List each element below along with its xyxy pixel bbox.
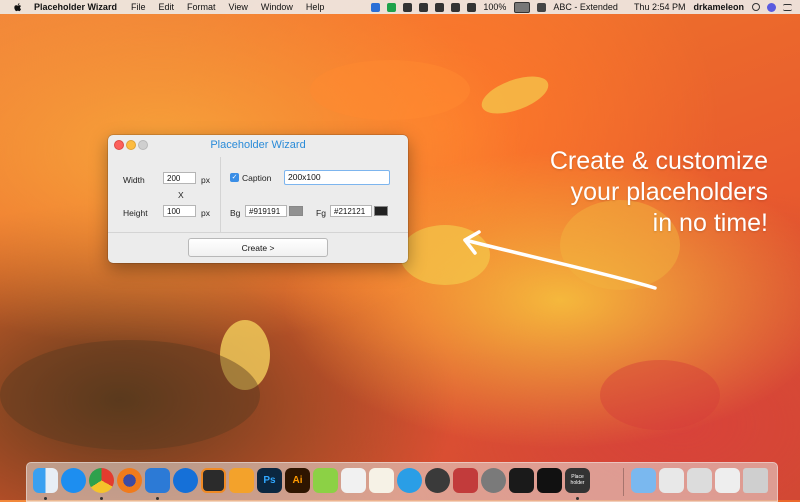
menu-view[interactable]: View — [229, 2, 248, 12]
bg-color-input[interactable]: #919191 — [245, 205, 287, 217]
airplay-icon[interactable] — [435, 2, 445, 12]
sublime-text-icon[interactable] — [201, 468, 226, 493]
battery-icon[interactable] — [514, 1, 531, 13]
arrow-graphic — [463, 230, 657, 290]
menu-help[interactable]: Help — [306, 2, 325, 12]
dock-separator — [623, 468, 624, 496]
wallpaper-blob — [310, 60, 470, 120]
caption-checkbox[interactable]: ✓ — [230, 173, 239, 182]
wallpaper-blob — [600, 360, 720, 430]
menu-bar: Placeholder Wizard File Edit Format View… — [0, 0, 800, 14]
menu-format[interactable]: Format — [187, 2, 216, 12]
menu-edit[interactable]: Edit — [158, 2, 174, 12]
system-preferences-icon[interactable] — [481, 468, 506, 493]
vertical-divider — [220, 157, 221, 232]
title-bar[interactable]: Placeholder Wizard — [108, 135, 408, 155]
fg-color-input[interactable]: #212121 — [330, 205, 372, 217]
documents-icon[interactable] — [715, 468, 740, 493]
width-unit: px — [201, 175, 210, 185]
promo-text: Create & customize your placeholders in … — [550, 146, 768, 239]
desktop-icon[interactable] — [687, 468, 712, 493]
app-menu[interactable]: Placeholder Wizard — [34, 2, 117, 12]
xcode-icon[interactable] — [145, 468, 170, 493]
height-unit: px — [201, 208, 210, 218]
dropbox-icon[interactable] — [371, 2, 381, 12]
evernote-icon[interactable] — [387, 2, 397, 12]
width-input[interactable]: 200 — [163, 172, 196, 184]
maps-icon[interactable] — [173, 468, 198, 493]
clock[interactable]: Thu 2:54 PM — [634, 2, 686, 12]
firefox-icon[interactable] — [117, 468, 142, 493]
textedit-icon[interactable] — [369, 468, 394, 493]
placeholder-wizard-window: Placeholder Wizard Width 200 px X Height… — [108, 135, 408, 263]
bg-color-swatch[interactable] — [289, 206, 303, 216]
gauge-icon[interactable] — [419, 2, 429, 12]
wallpaper-blob — [0, 340, 260, 450]
caption-label: Caption — [242, 173, 272, 183]
fg-color-swatch[interactable] — [374, 206, 388, 216]
times-sign: X — [178, 190, 184, 200]
placeholder-wizard-icon[interactable]: Place holder — [565, 468, 590, 493]
preview-icon[interactable] — [453, 468, 478, 493]
downloads-icon[interactable] — [659, 468, 684, 493]
user-name[interactable]: drkameleon — [693, 2, 744, 12]
spotlight-search-icon[interactable] — [752, 3, 760, 11]
instruments-icon[interactable] — [425, 468, 450, 493]
wallpaper-blob — [476, 68, 554, 122]
sketch-icon[interactable] — [229, 468, 254, 493]
wallpaper-blob — [220, 320, 270, 390]
numbers-icon[interactable] — [341, 468, 366, 493]
volume-icon[interactable] — [451, 2, 461, 12]
menu-file[interactable]: File — [131, 2, 146, 12]
bg-label: Bg — [230, 208, 241, 218]
finder-icon[interactable] — [33, 468, 58, 493]
notification-center-icon[interactable] — [783, 3, 792, 11]
promo-line-2: your placeholders — [570, 178, 768, 206]
apple-icon[interactable] — [12, 2, 24, 13]
photoshop-icon[interactable]: Ps — [257, 468, 282, 493]
input-source[interactable]: ABC - Extended — [553, 2, 618, 12]
height-label: Height — [123, 208, 148, 218]
height-input[interactable]: 100 — [163, 205, 196, 217]
width-label: Width — [123, 175, 145, 185]
create-button[interactable]: Create > — [188, 238, 328, 257]
cloud-icon[interactable] — [403, 2, 413, 12]
applications-folder-icon[interactable] — [631, 468, 656, 493]
app-store-icon[interactable] — [61, 468, 86, 493]
window-title: Placeholder Wizard — [210, 139, 306, 151]
caption-input[interactable]: 200x100 — [284, 170, 390, 185]
fg-label: Fg — [316, 208, 326, 218]
chrome-icon[interactable] — [89, 468, 114, 493]
terminal-icon[interactable] — [537, 468, 562, 493]
dock: Ps Ai Place holder — [26, 462, 778, 502]
siri-icon[interactable] — [767, 2, 776, 12]
dashboard-icon[interactable] — [397, 468, 422, 493]
wifi-icon[interactable] — [467, 2, 477, 12]
keyboard-layout-icon[interactable] — [537, 2, 547, 12]
clip-icon[interactable] — [313, 468, 338, 493]
promo-line-1: Create & customize — [549, 147, 768, 175]
menu-window[interactable]: Window — [261, 2, 293, 12]
horizontal-divider — [108, 232, 408, 233]
illustrator-icon[interactable]: Ai — [285, 468, 310, 493]
activity-monitor-icon[interactable] — [509, 468, 534, 493]
trash-icon[interactable] — [743, 468, 768, 493]
battery-percent[interactable]: 100% — [483, 2, 506, 12]
